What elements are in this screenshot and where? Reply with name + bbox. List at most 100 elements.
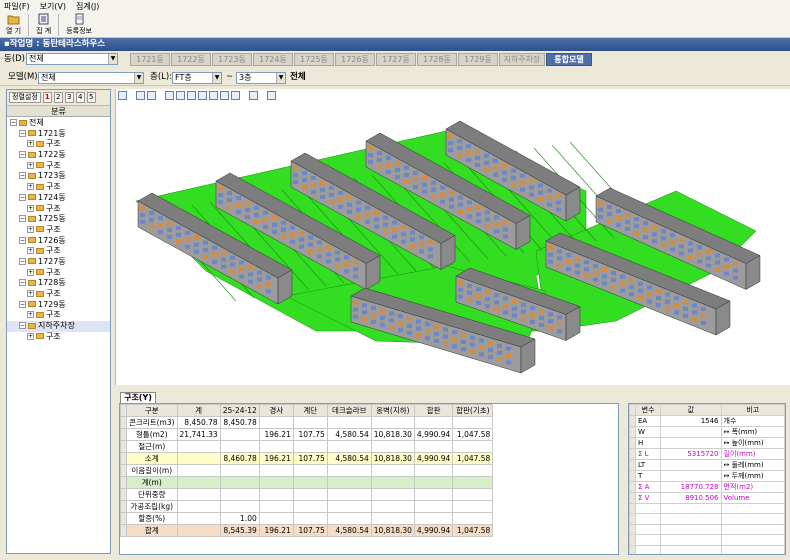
- tree-node-building[interactable]: − 1723동: [7, 171, 110, 182]
- tree-node-building[interactable]: − 1728동: [7, 278, 110, 289]
- tree-node-structure[interactable]: + 구조: [7, 310, 110, 321]
- grid-cell[interactable]: [292, 512, 328, 525]
- grid-cell[interactable]: 합계: [126, 524, 178, 537]
- render-icon[interactable]: [267, 90, 276, 100]
- grid-column-header[interactable]: 25-24-12: [219, 404, 260, 417]
- grid-column-header[interactable]: 계: [176, 404, 221, 417]
- grid-cell[interactable]: 10,818.30: [370, 452, 415, 465]
- grid-cell[interactable]: 계(m): [126, 476, 178, 489]
- table-row[interactable]: 철근(m): [120, 440, 494, 453]
- grid-cell[interactable]: 107.75: [292, 428, 328, 441]
- grid-cell[interactable]: 107.75: [292, 524, 328, 537]
- grid-cell[interactable]: [292, 440, 328, 453]
- grid-cell[interactable]: [292, 500, 328, 513]
- grid-cell[interactable]: [219, 464, 260, 477]
- grid-cell[interactable]: [370, 488, 415, 501]
- view-right-icon[interactable]: [198, 90, 207, 100]
- grid-cell[interactable]: 이음길이(m): [126, 464, 178, 477]
- collapse-icon[interactable]: −: [19, 172, 26, 180]
- grid-cell[interactable]: [326, 500, 372, 513]
- tree-node-building[interactable]: − 1729동: [7, 300, 110, 311]
- table-row[interactable]: 소계 8,460.78 196.21 107.75 4,580.54 10,818.30 4…: [120, 452, 494, 465]
- grid-cell[interactable]: [176, 512, 221, 525]
- view-top-icon[interactable]: [209, 90, 218, 100]
- grid-cell[interactable]: [413, 464, 454, 477]
- grid-cell[interactable]: 1,047.58: [452, 428, 494, 441]
- grid-cell[interactable]: [219, 476, 260, 489]
- tree-node-structure[interactable]: + 구조: [7, 225, 110, 236]
- floor-to-select[interactable]: 3층 ▼: [236, 72, 286, 84]
- grid-cell[interactable]: [326, 512, 372, 525]
- table-row[interactable]: Σ A 18770.728 면적(m2): [629, 481, 785, 493]
- grid-cell[interactable]: [258, 500, 294, 513]
- grid-cell[interactable]: 4,580.54: [326, 452, 372, 465]
- sum-button[interactable]: 집 계: [32, 12, 55, 38]
- chevron-down-icon[interactable]: ▼: [276, 73, 285, 83]
- grid-cell[interactable]: [292, 464, 328, 477]
- tab-integrated-model[interactable]: 통합모델: [546, 53, 592, 66]
- tab-building[interactable]: 지하주차장: [499, 53, 545, 66]
- level-5-button[interactable]: 5: [86, 92, 96, 103]
- table-row[interactable]: 합계 8,545.39 196.21 107.75 4,580.54 10,818.30 4…: [120, 524, 494, 537]
- var-value[interactable]: 5315720: [660, 448, 722, 460]
- grid-cell[interactable]: 1.00: [219, 512, 260, 525]
- quantity-grid[interactable]: 구분 계 25-24-12 경사 계단 데크슬라브 옹벽(지하) 합판 합판(기초) 콘크리트(m…: [119, 403, 619, 555]
- grid-cell[interactable]: 단위중량: [126, 488, 178, 501]
- grid-cell[interactable]: [292, 476, 328, 489]
- tree-node-building[interactable]: − 1721동: [7, 129, 110, 140]
- floor-all-label[interactable]: 전체: [290, 70, 306, 84]
- tab-building[interactable]: 1721동: [130, 53, 170, 66]
- tab-building[interactable]: 1725동: [294, 53, 334, 66]
- floor-from-select[interactable]: FT층 ▼: [172, 72, 222, 84]
- collapse-icon[interactable]: −: [19, 279, 26, 287]
- grid-cell[interactable]: 철근(m): [126, 440, 178, 453]
- grid-cell[interactable]: [452, 500, 494, 513]
- layer-icon[interactable]: [249, 90, 258, 100]
- grid-column-header[interactable]: 옹벽(지하): [370, 404, 415, 417]
- table-row[interactable]: T ↔ 두께(mm): [629, 470, 785, 482]
- grid-column-header[interactable]: 구분: [126, 404, 178, 417]
- table-row[interactable]: LT ↔ 둘레(mm): [629, 459, 785, 471]
- tab-building[interactable]: 1723동: [212, 53, 252, 66]
- view-rotate-icon[interactable]: [136, 90, 145, 100]
- table-row[interactable]: 콘크리트(m3) 8,450.78 8,450.78: [120, 416, 494, 429]
- expand-icon[interactable]: +: [27, 332, 34, 340]
- grid-cell[interactable]: 196.21: [258, 524, 294, 537]
- var-value[interactable]: 18770.728: [660, 481, 722, 493]
- table-row[interactable]: 단위중량: [120, 488, 494, 501]
- tree-node-structure[interactable]: + 구조: [7, 332, 110, 343]
- grid-cell[interactable]: [176, 440, 221, 453]
- tree-node-structure[interactable]: + 구조: [7, 139, 110, 150]
- grid-cell[interactable]: [219, 500, 260, 513]
- grid-cell[interactable]: [370, 416, 415, 429]
- collapse-icon[interactable]: −: [19, 215, 26, 223]
- tree-node-building[interactable]: − 1727동: [7, 257, 110, 268]
- table-row[interactable]: 계(m): [120, 476, 494, 489]
- menu-view[interactable]: 보기(V): [40, 1, 66, 12]
- grid-cell[interactable]: 형틀(m2): [126, 428, 178, 441]
- grid-cell[interactable]: 8,545.39: [219, 524, 260, 537]
- grid-cell[interactable]: [176, 452, 221, 465]
- tree-node-structure[interactable]: + 구조: [7, 289, 110, 300]
- grid-cell[interactable]: 10,818.30: [370, 428, 415, 441]
- variable-grid[interactable]: 변수 값 비고 EA 1546 개수 W ↔ 폭(mm) H ↔ 높이(mm) Σ L 5315720…: [628, 403, 786, 555]
- view-left-icon[interactable]: [187, 90, 196, 100]
- grid-cell[interactable]: [413, 416, 454, 429]
- table-row[interactable]: [629, 544, 785, 554]
- grid-cell[interactable]: [452, 416, 494, 429]
- grid-cell[interactable]: [413, 440, 454, 453]
- view-pan-icon[interactable]: [147, 90, 156, 100]
- collapse-icon[interactable]: −: [19, 193, 26, 201]
- tree-node-building[interactable]: − 지하주차장: [7, 321, 110, 332]
- level-4-button[interactable]: 4: [75, 92, 85, 103]
- grid-cell[interactable]: 가공조립(kg): [126, 500, 178, 513]
- var-value[interactable]: [660, 544, 722, 554]
- expand-icon[interactable]: +: [27, 290, 34, 297]
- grid-cell[interactable]: [370, 476, 415, 489]
- table-row[interactable]: 가공조립(kg): [120, 500, 494, 513]
- tree-node-building[interactable]: − 1726동: [7, 236, 110, 247]
- grid-cell[interactable]: [413, 500, 454, 513]
- tab-building[interactable]: 1728동: [417, 53, 457, 66]
- grid-cell[interactable]: [176, 464, 221, 477]
- collapse-icon[interactable]: −: [19, 151, 26, 159]
